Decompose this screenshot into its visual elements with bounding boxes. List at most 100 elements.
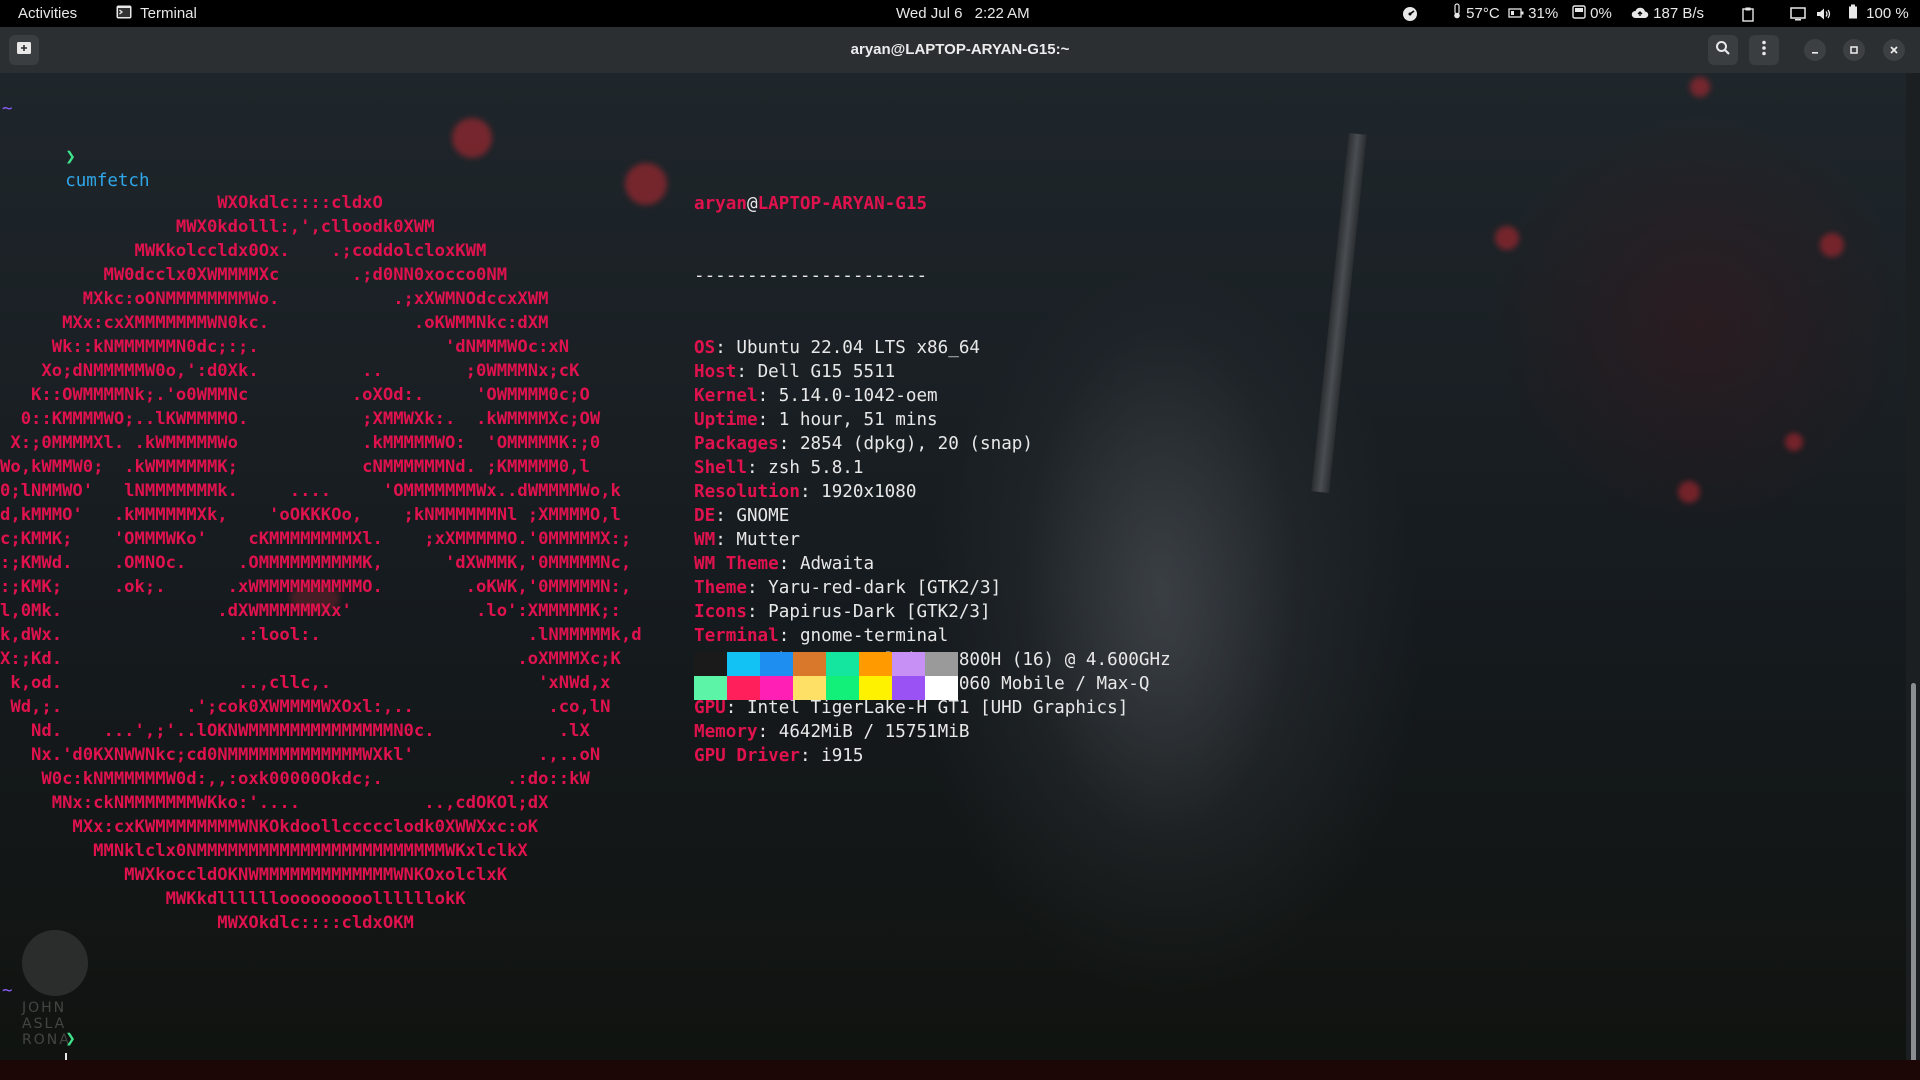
color-swatch [694, 676, 727, 700]
clock[interactable]: Wed Jul 6 2:22 AM [896, 0, 1030, 27]
info-colon: : [746, 578, 769, 598]
watermark-text-3: RONA [22, 1032, 71, 1048]
prompt-symbol: ❯ [65, 147, 76, 167]
wallpaper-light [1690, 77, 1710, 97]
close-icon [1889, 43, 1899, 58]
app-name: Terminal [140, 5, 197, 22]
info-value: Mutter [736, 530, 800, 550]
info-colon: : [799, 746, 822, 766]
color-swatch [793, 676, 826, 700]
color-swatch [859, 676, 892, 700]
temperature-value: 57°C [1466, 5, 1500, 22]
info-colon: : [715, 338, 737, 358]
info-colon: : [778, 626, 800, 646]
color-swatch [859, 652, 892, 676]
color-swatch [760, 676, 793, 700]
info-row: Memory: 4642MiB / 15751MiB [694, 720, 1171, 744]
info-key: Kernel [694, 386, 758, 406]
info-row: Host: Dell G15 5511 [694, 360, 1171, 384]
info-value: Intel TigerLake-H GT1 [UHD Graphics] [746, 698, 1129, 718]
info-key: Theme [694, 578, 747, 598]
window-title: aryan@LAPTOP-ARYAN-G15:~ [850, 41, 1070, 58]
info-colon: : [757, 410, 779, 430]
battery-health-indicator[interactable]: 31% [1508, 0, 1558, 27]
info-row: Resolution: 1920x1080 [694, 480, 1171, 504]
clock-time: 2:22 AM [974, 5, 1030, 22]
info-colon: : [715, 506, 737, 526]
terminal-icon [116, 1, 132, 28]
info-colon: : [757, 722, 779, 742]
battery-icon [1848, 1, 1858, 28]
color-swatch [826, 676, 859, 700]
scrollbar-thumb[interactable] [1911, 683, 1916, 1080]
app-menu[interactable]: Terminal [116, 0, 197, 27]
info-colon: : [746, 602, 769, 622]
clipboard-icon[interactable] [1742, 0, 1754, 27]
separator-line: ---------------------- [694, 266, 928, 286]
disk-value: 0% [1590, 5, 1612, 22]
info-key: Packages [694, 434, 779, 454]
info-colon: : [778, 434, 800, 454]
info-colon: : [757, 386, 779, 406]
color-swatch [925, 652, 958, 676]
info-value: zsh 5.8.1 [768, 458, 864, 478]
info-row: WM: Mutter [694, 528, 1171, 552]
volume-icon[interactable] [1816, 0, 1832, 27]
info-row: GPU Driver: i915 [694, 744, 1171, 768]
disk-icon [1572, 1, 1586, 28]
info-row: Theme: Yaru-red-dark [GTK2/3] [694, 576, 1171, 600]
info-row: Terminal: gnome-terminal [694, 624, 1171, 648]
info-key: Icons [694, 602, 747, 622]
info-key: Memory [694, 722, 758, 742]
watermark-logo [22, 930, 88, 996]
color-palette [694, 652, 958, 700]
menu-button[interactable] [1749, 35, 1779, 65]
temperature-indicator[interactable]: 57°C [1452, 0, 1500, 27]
scrollbar[interactable] [1906, 73, 1920, 1080]
command-text: cumfetch [65, 171, 150, 191]
terminal-view[interactable]: ~ ❯ cumfetch WXOkdlc::::cldxO MWX0kdolll… [0, 73, 1906, 1080]
info-key: WM Theme [694, 554, 779, 574]
minimize-icon [1810, 43, 1820, 58]
info-colon: : [799, 482, 822, 502]
info-row: Shell: zsh 5.8.1 [694, 456, 1171, 480]
info-key: Terminal [694, 626, 779, 646]
info-key: DE [694, 506, 716, 526]
search-button[interactable] [1708, 35, 1738, 65]
bottom-strip [0, 1060, 1920, 1080]
info-key: WM [694, 530, 716, 550]
color-swatch [826, 652, 859, 676]
info-key: Host [694, 362, 737, 382]
battery-health-value: 31% [1528, 5, 1559, 22]
minimize-button[interactable] [1804, 39, 1826, 61]
disk-indicator[interactable]: 0% [1572, 0, 1612, 27]
color-swatch [694, 652, 727, 676]
prompt-directory: ~ [2, 99, 13, 119]
color-swatch [892, 676, 925, 700]
color-swatch [760, 652, 793, 676]
maximize-icon [1849, 43, 1859, 58]
close-button[interactable] [1883, 39, 1905, 61]
info-key: GPU Driver [694, 746, 800, 766]
color-swatch [727, 652, 760, 676]
clock-date: Wed Jul 6 [896, 5, 963, 22]
info-key: OS [694, 338, 716, 358]
network-indicator[interactable]: 187 B/s [1631, 0, 1704, 27]
info-colon: : [736, 362, 758, 382]
color-swatch [925, 676, 958, 700]
info-row: WM Theme: Adwaita [694, 552, 1171, 576]
header-bar: aryan@LAPTOP-ARYAN-G15:~ [0, 27, 1920, 74]
watermark-text-1: JOHN [22, 1000, 67, 1016]
screen-icon[interactable] [1790, 0, 1806, 27]
color-swatch [892, 652, 925, 676]
activities-button[interactable]: Activities [18, 0, 77, 27]
watermark-text-2: ASLA [22, 1016, 67, 1032]
terminal-window: aryan@LAPTOP-ARYAN-G15:~ ~ ❯ cumfetch WX… [0, 27, 1920, 1080]
battery-value: 100 % [1866, 5, 1909, 22]
gauge-icon[interactable] [1402, 0, 1418, 27]
info-value: 5.14.0-1042-oem [778, 386, 938, 406]
info-value: Papirus-Dark [GTK2/3] [768, 602, 991, 622]
info-row: Uptime: 1 hour, 51 mins [694, 408, 1171, 432]
battery-indicator[interactable]: 100 % [1848, 0, 1909, 27]
maximize-button[interactable] [1843, 39, 1865, 61]
